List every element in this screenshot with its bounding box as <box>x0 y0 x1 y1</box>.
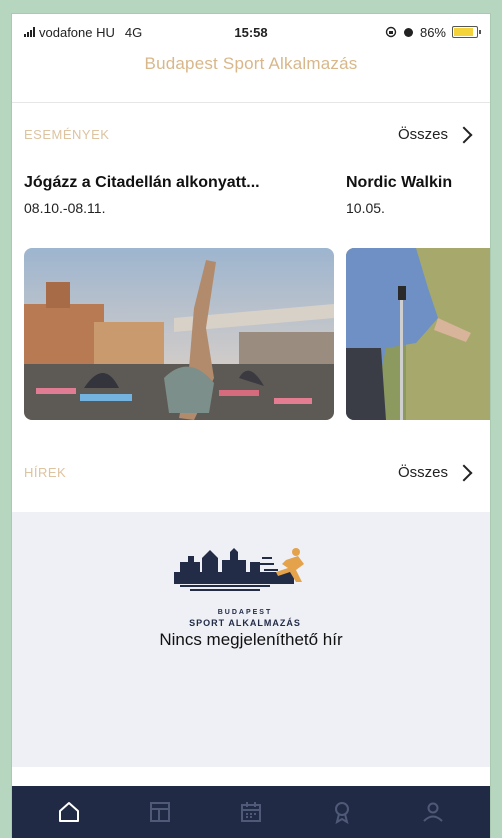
home-icon <box>59 802 80 822</box>
profile-icon <box>422 802 443 822</box>
news-section-header: HÍREK Összes <box>24 464 473 481</box>
logo-text-city: BUDAPEST <box>217 609 273 616</box>
app-logo: BUDAPEST SPORT ALKALMAZÁS <box>170 542 320 628</box>
nordic-walking-photo <box>346 248 490 420</box>
events-see-all-label: Összes <box>397 126 448 143</box>
events-section-label: ESEMÉNYEK <box>24 127 110 142</box>
chevron-right-icon <box>455 464 473 481</box>
tab-home[interactable] <box>49 792 89 832</box>
tab-calendar[interactable] <box>231 792 271 832</box>
event-title: Jógázz a Citadellán alkonyatt... <box>24 174 260 191</box>
calendar-icon <box>240 802 261 822</box>
app-title: Budapest Sport Alkalmazás <box>144 54 358 73</box>
status-bar: vodafone HU 4G 15:58 86% <box>12 14 490 50</box>
phone-screen: vodafone HU 4G 15:58 86% Budapest Sport … <box>12 14 490 838</box>
news-empty-state: BUDAPEST SPORT ALKALMAZÁS Nincs megjelen… <box>12 512 490 767</box>
battery-level-fill <box>454 28 473 36</box>
news-see-all-label: Összes <box>397 464 448 481</box>
event-card[interactable]: Jógázz a Citadellán alkonyatt... 08.10.-… <box>24 174 344 420</box>
alarm-icon <box>403 28 413 37</box>
rotation-lock-icon <box>385 26 397 38</box>
empty-news-message: Nincs megjeleníthető hír <box>159 630 343 649</box>
tab-sport[interactable] <box>322 792 362 832</box>
news-section-label: HÍREK <box>24 465 67 480</box>
event-date: 08.10.-08.11. <box>24 200 106 216</box>
event-date: 10.05. <box>346 200 385 216</box>
chevron-right-icon <box>455 126 473 143</box>
header-divider <box>12 102 490 103</box>
events-section-header: ESEMÉNYEK Összes <box>24 126 473 143</box>
skyline-runner-icon <box>174 548 304 591</box>
tab-dashboard[interactable] <box>140 792 180 832</box>
event-title: Nordic Walkin <box>346 174 453 191</box>
bottom-tab-bar <box>12 786 490 838</box>
sport-icon <box>334 802 349 824</box>
event-card[interactable]: Nordic Walkin 10.05. <box>346 174 490 420</box>
battery-icon <box>452 26 481 38</box>
tab-profile[interactable] <box>413 792 453 832</box>
logo-text-app: SPORT ALKALMAZÁS <box>189 618 301 628</box>
events-see-all-link[interactable]: Összes <box>397 126 473 143</box>
news-see-all-link[interactable]: Összes <box>397 464 473 481</box>
rooftop-yoga-photo <box>24 248 334 420</box>
carrier-name: vodafone HU <box>39 24 115 40</box>
dashboard-icon <box>150 802 171 822</box>
network-type: 4G <box>124 24 143 40</box>
signal-icon <box>24 27 35 37</box>
battery-percent: 86% <box>419 24 446 40</box>
